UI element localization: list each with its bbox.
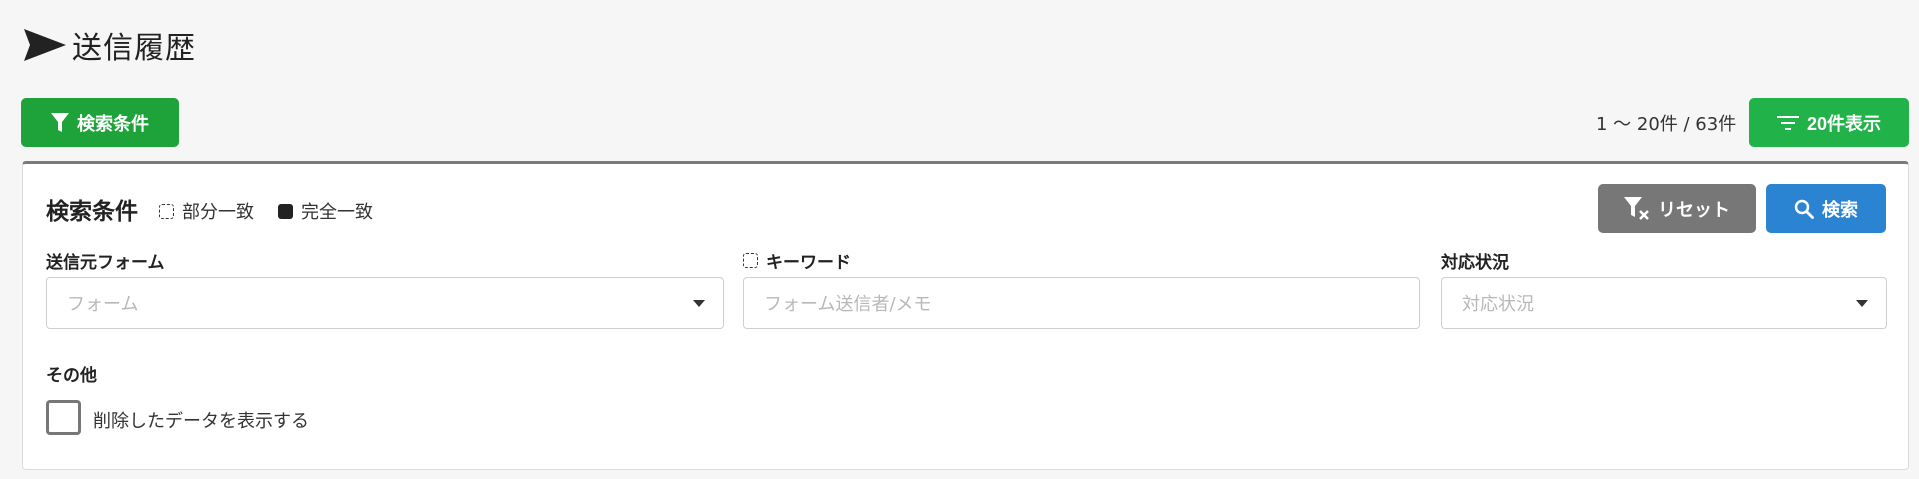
sort-lines-icon [1776,115,1799,131]
status-select-placeholder: 対応状況 [1462,294,1534,315]
pager-count: 1 〜 20件 / 63件 [1596,114,1737,135]
per-page-button-label: 20件表示 [1806,113,1882,134]
show-deleted-label[interactable]: 削除したデータを表示する [93,407,309,433]
filter-icon [51,112,69,133]
per-page-button[interactable]: 20件表示 [1749,98,1909,147]
exact-match-icon [278,203,293,219]
legend-exact: 完全一致 [278,198,373,224]
reset-button[interactable]: リセット [1598,184,1756,233]
form-field-label-text: 送信元フォーム [46,253,165,273]
form-select[interactable]: フォーム [46,277,724,329]
status-field-label: 対応状況 [1441,248,1509,273]
form-select-placeholder: フォーム [67,294,139,315]
match-legend: 部分一致 完全一致 [159,198,397,224]
status-field-label-text: 対応状況 [1441,253,1509,273]
other-section-label: その他 [46,366,97,386]
filter-clear-icon [1624,196,1650,221]
legend-exact-label: 完全一致 [301,202,373,223]
filter-button-label: 検索条件 [77,113,149,134]
reset-button-label: リセット [1658,199,1730,220]
form-field-label: 送信元フォーム [46,248,165,273]
legend-partial: 部分一致 [159,198,254,224]
chevron-down-icon [1856,300,1868,307]
search-button[interactable]: 検索 [1766,184,1886,233]
send-icon [22,25,70,65]
panel-title: 検索条件 [46,199,138,225]
search-button-label: 検索 [1822,199,1858,220]
keyword-input-placeholder: フォーム送信者/メモ [764,294,932,315]
page-header: 送信履歴 [22,22,196,68]
legend-partial-label: 部分一致 [182,202,254,223]
search-icon [1794,199,1814,219]
keyword-field-label: キーワード [743,248,851,273]
keyword-field-label-text: キーワード [766,253,851,273]
status-select[interactable]: 対応状況 [1441,277,1887,329]
keyword-input[interactable]: フォーム送信者/メモ [743,277,1420,329]
partial-match-icon [159,203,174,219]
search-panel: 検索条件 部分一致 完全一致 リセット 検索 送信元フォーム フォーム キーワー… [22,161,1909,470]
show-deleted-checkbox[interactable] [46,400,81,435]
partial-match-icon [743,253,758,268]
page-title: 送信履歴 [72,31,196,66]
search-conditions-toggle-button[interactable]: 検索条件 [21,98,179,147]
chevron-down-icon [693,300,705,307]
